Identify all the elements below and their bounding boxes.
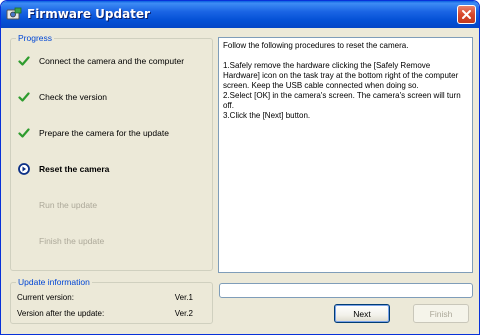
step-label: Check the version: [39, 92, 108, 102]
step-label: Reset the camera: [39, 164, 110, 174]
step-label: Connect the camera and the computer: [39, 56, 185, 66]
step-check-version: Check the version: [17, 89, 107, 105]
title-bar[interactable]: Firmware Updater: [1, 1, 479, 28]
step-label: Prepare the camera for the update: [39, 128, 169, 138]
firmware-updater-window: Firmware Updater Progress Connect the ca…: [0, 0, 480, 335]
step-prepare: Prepare the camera for the update: [17, 125, 169, 141]
app-icon: [6, 6, 22, 22]
instructions-textbox[interactable]: Follow the following procedures to reset…: [218, 37, 473, 273]
step-connect: Connect the camera and the computer: [17, 53, 184, 69]
step-finish-update: Finish the update: [17, 233, 104, 249]
checkmark-icon: [17, 90, 31, 104]
current-version-value: Ver.1: [174, 293, 193, 302]
progress-group: Progress Connect the camera and the comp…: [10, 33, 213, 271]
progress-group-title: Progress: [16, 33, 55, 43]
close-icon: [462, 10, 471, 19]
dialog-body: Progress Connect the camera and the comp…: [4, 28, 476, 333]
checkmark-icon: [17, 54, 31, 68]
close-button[interactable]: [457, 5, 476, 24]
current-version-label: Current version:: [17, 293, 74, 302]
after-version-label: Version after the update:: [17, 309, 105, 318]
after-version-value: Ver.2: [174, 309, 193, 318]
next-button[interactable]: Next: [334, 304, 390, 323]
step-label: Run the update: [39, 200, 98, 210]
update-info-group: Update information Current version: Ver.…: [10, 277, 213, 324]
update-progress-bar: [219, 283, 473, 298]
current-version-row: Current version: Ver.1: [17, 293, 193, 302]
window-title: Firmware Updater: [27, 7, 150, 21]
update-info-group-title: Update information: [16, 277, 92, 287]
after-version-row: Version after the update: Ver.2: [17, 309, 193, 318]
step-label: Finish the update: [39, 236, 105, 246]
finish-button[interactable]: Finish: [413, 304, 469, 323]
arrow-right-circle-icon: [17, 162, 31, 176]
checkmark-icon: [17, 126, 31, 140]
step-run-update: Run the update: [17, 197, 97, 213]
step-reset: Reset the camera: [17, 161, 109, 177]
